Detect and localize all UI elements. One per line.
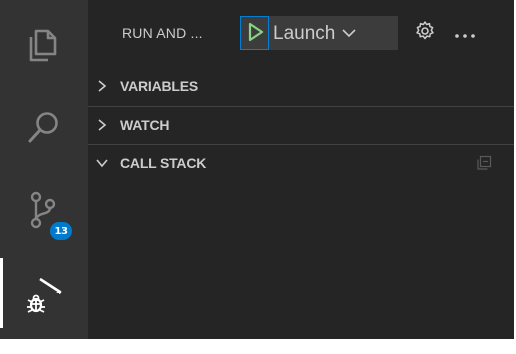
chevron-right-icon — [94, 78, 110, 94]
activity-bar: 13 — [0, 0, 88, 339]
section-watch[interactable]: WATCH — [88, 107, 514, 143]
activity-search[interactable] — [0, 92, 88, 162]
activity-run-debug[interactable] — [0, 258, 88, 328]
gear-icon — [414, 20, 436, 46]
section-variables[interactable]: VARIABLES — [88, 68, 514, 104]
debug-toolbar: RUN AND ... Launch — [88, 0, 514, 66]
files-icon — [24, 25, 64, 65]
launch-config-box: Launch — [240, 16, 398, 50]
launch-config-label: Launch — [273, 23, 336, 44]
section-call-stack[interactable]: CALL STACK — [88, 145, 514, 181]
run-debug-sidebar: RUN AND ... Launch VARIABLES WATCH CALL … — [88, 0, 514, 339]
search-icon — [24, 107, 64, 147]
section-label: VARIABLES — [120, 78, 199, 94]
chevron-down-icon — [94, 155, 110, 171]
section-label: CALL STACK — [120, 155, 207, 171]
start-debugging-button[interactable] — [240, 16, 271, 51]
active-indicator — [0, 258, 3, 328]
ellipsis-icon — [454, 24, 476, 43]
vscode-window: 13 RUN AND ... Launch VARIABLES WATCH CA… — [0, 0, 514, 339]
chevron-down-icon — [341, 23, 357, 45]
play-icon — [247, 22, 265, 46]
more-actions-button[interactable] — [452, 20, 478, 46]
section-label: WATCH — [120, 117, 170, 133]
open-launch-json-button[interactable] — [412, 20, 438, 46]
run-debug-icon — [22, 271, 66, 315]
launch-config-select[interactable]: Launch — [273, 17, 357, 51]
chevron-right-icon — [94, 117, 110, 133]
source-control-badge: 13 — [50, 222, 72, 240]
activity-explorer[interactable] — [0, 10, 88, 80]
view-title: RUN AND ... — [122, 25, 203, 41]
collapse-all-icon[interactable] — [476, 155, 492, 171]
activity-source-control[interactable] — [0, 175, 88, 245]
